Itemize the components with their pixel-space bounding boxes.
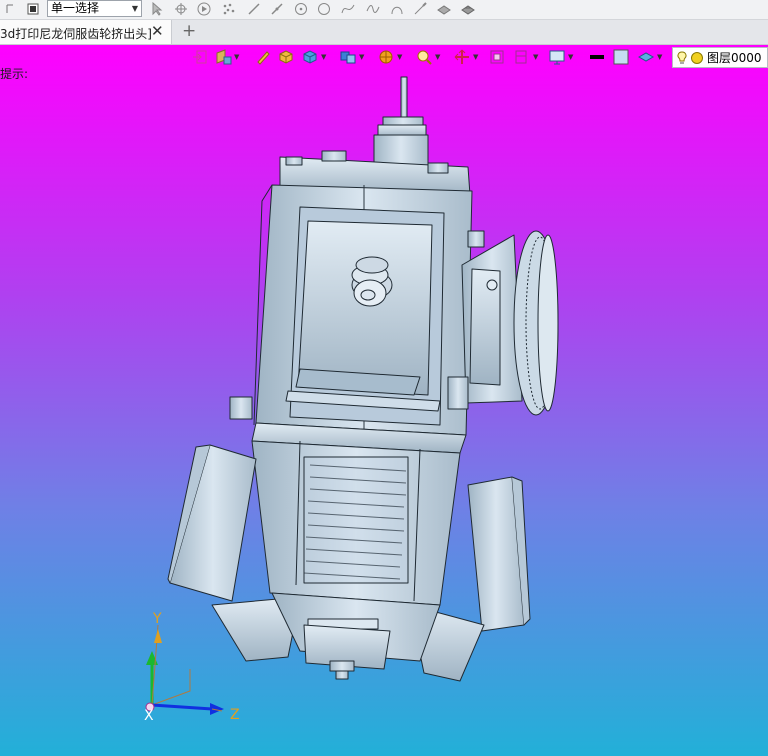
y-axis-label: Y — [152, 611, 162, 627]
close-icon[interactable]: ✕ — [151, 23, 165, 39]
selection-filter-dropdown[interactable]: 单一选择 ▼ — [47, 0, 142, 17]
pick-point-icon[interactable] — [174, 2, 188, 16]
undo-icon[interactable] — [3, 2, 17, 16]
quick-toolbar: 单一选择 ▼ — [0, 0, 768, 20]
extruder-head-model[interactable] — [167, 76, 559, 682]
circle-icon[interactable] — [317, 2, 331, 16]
arc-icon[interactable] — [390, 2, 404, 16]
circle-center-icon[interactable] — [294, 2, 308, 16]
point-cloud-icon[interactable] — [222, 2, 236, 16]
selection-filter-value: 单一选择 — [51, 1, 100, 15]
x-axis-label: X — [144, 708, 154, 724]
curve-icon[interactable] — [366, 2, 380, 16]
chevron-down-icon: ▼ — [131, 4, 138, 13]
document-tab-bar: 3d打印尼龙伺服齿轮挤出头] ✕ + — [0, 20, 768, 45]
new-tab-button[interactable]: + — [182, 22, 198, 40]
pointer-icon[interactable] — [150, 2, 164, 16]
axis-triad: Y Z X — [144, 611, 240, 724]
line-segment-icon[interactable] — [270, 2, 284, 16]
motor-shaft — [373, 76, 429, 168]
line-icon[interactable] — [247, 2, 261, 16]
play-icon[interactable] — [197, 2, 211, 16]
document-tab-title: 3d打印尼龙伺服齿轮挤出头] — [0, 27, 152, 41]
surface-icon[interactable] — [437, 2, 451, 16]
bottom-outlet — [271, 592, 441, 680]
spline-icon[interactable] — [341, 2, 355, 16]
model-canvas[interactable]: Y Z X — [0, 45, 768, 756]
graphics-viewport[interactable]: 提示: ▼ ▼ ▼ ▼ ▼ ▼ ▼ ▼ ▼ 图层0000 Y Z X — [0, 45, 768, 756]
document-tab[interactable]: 3d打印尼龙伺服齿轮挤出头] ✕ — [0, 20, 172, 44]
main-housing — [251, 184, 473, 454]
compression-spring — [303, 456, 409, 584]
offset-line-icon[interactable] — [413, 2, 427, 16]
solid-icon[interactable] — [461, 2, 475, 16]
stop-icon[interactable] — [26, 2, 40, 16]
z-axis-label: Z — [230, 707, 240, 723]
